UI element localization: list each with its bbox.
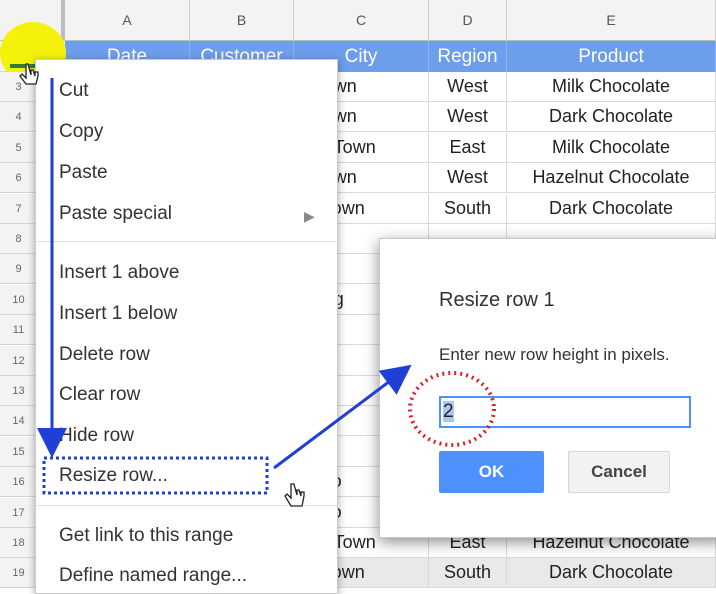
row-header[interactable]: 18 bbox=[0, 528, 37, 558]
column-header-c[interactable]: C bbox=[294, 0, 429, 41]
menu-item-paste-special[interactable]: Paste special bbox=[59, 203, 172, 225]
menu-divider bbox=[36, 505, 339, 506]
column-header-e[interactable]: E bbox=[507, 0, 716, 41]
table-cell-product[interactable]: Dark Chocolate bbox=[507, 558, 716, 588]
menu-divider bbox=[36, 241, 339, 242]
row-header[interactable]: 11 bbox=[0, 315, 37, 345]
menu-item-copy[interactable]: Copy bbox=[59, 121, 103, 143]
table-cell-product[interactable]: Hazelnut Chocolate bbox=[507, 163, 716, 193]
row-header[interactable]: 16 bbox=[0, 467, 37, 497]
table-cell-product[interactable]: Milk Chocolate bbox=[507, 72, 716, 102]
table-cell-region[interactable]: West bbox=[429, 72, 507, 102]
ok-button[interactable]: OK bbox=[439, 451, 544, 493]
column-header-a[interactable]: A bbox=[65, 0, 190, 41]
menu-item-resize-row[interactable]: Resize row... bbox=[59, 465, 168, 487]
row-header[interactable]: 13 bbox=[0, 376, 37, 406]
submenu-arrow-icon: ▶ bbox=[304, 208, 315, 224]
row-header[interactable]: 15 bbox=[0, 437, 37, 467]
table-cell-region[interactable]: West bbox=[429, 163, 507, 193]
table-cell-product[interactable]: Dark Chocolate bbox=[507, 194, 716, 224]
table-cell-product[interactable]: Dark Chocolate bbox=[507, 102, 716, 132]
row-header[interactable]: 10 bbox=[0, 285, 37, 315]
table-cell-region[interactable]: East bbox=[429, 133, 507, 163]
column-header-d[interactable]: D bbox=[429, 0, 507, 41]
column-header-b[interactable]: B bbox=[190, 0, 294, 41]
row-header[interactable]: 5 bbox=[0, 133, 37, 163]
row-height-value: 2 bbox=[443, 401, 454, 422]
menu-item-insert-below[interactable]: Insert 1 below bbox=[59, 303, 177, 325]
menu-item-get-link[interactable]: Get link to this range bbox=[59, 525, 233, 547]
menu-item-clear-row[interactable]: Clear row bbox=[59, 384, 140, 406]
menu-item-paste[interactable]: Paste bbox=[59, 162, 108, 184]
row-header[interactable]: 19 bbox=[0, 558, 37, 588]
table-cell-region[interactable]: South bbox=[429, 558, 507, 588]
dialog-prompt: Enter new row height in pixels. bbox=[439, 345, 670, 364]
table-cell-product[interactable]: Milk Chocolate bbox=[507, 133, 716, 163]
resize-row-dialog: Resize row 1 Enter new row height in pix… bbox=[379, 238, 716, 538]
row-header[interactable]: 7 bbox=[0, 194, 37, 224]
menu-item-hide-row[interactable]: Hide row bbox=[59, 425, 134, 447]
row-header[interactable]: 12 bbox=[0, 346, 37, 376]
row-header[interactable]: 9 bbox=[0, 254, 37, 284]
table-cell-region[interactable]: South bbox=[429, 194, 507, 224]
cancel-button[interactable]: Cancel bbox=[568, 451, 670, 493]
row-header[interactable]: 8 bbox=[0, 224, 37, 254]
row-header[interactable]: 4 bbox=[0, 102, 37, 132]
menu-item-define-named-range[interactable]: Define named range... bbox=[59, 565, 247, 587]
table-cell-region[interactable]: West bbox=[429, 102, 507, 132]
row-header[interactable]: 6 bbox=[0, 163, 37, 193]
row-header[interactable]: 3 bbox=[0, 72, 37, 102]
row-header[interactable]: 17 bbox=[0, 498, 37, 528]
menu-item-cut[interactable]: Cut bbox=[59, 80, 89, 102]
dialog-title: Resize row 1 bbox=[439, 289, 555, 311]
context-menu: Cut Copy Paste Paste special ▶ Insert 1 … bbox=[35, 59, 339, 594]
header-cell-region[interactable]: Region bbox=[429, 41, 507, 72]
menu-item-insert-above[interactable]: Insert 1 above bbox=[59, 262, 179, 284]
header-cell-product[interactable]: Product bbox=[507, 41, 716, 72]
menu-item-delete-row[interactable]: Delete row bbox=[59, 344, 150, 366]
row-height-input[interactable]: 2 bbox=[439, 396, 691, 428]
row-header[interactable]: 14 bbox=[0, 406, 37, 436]
